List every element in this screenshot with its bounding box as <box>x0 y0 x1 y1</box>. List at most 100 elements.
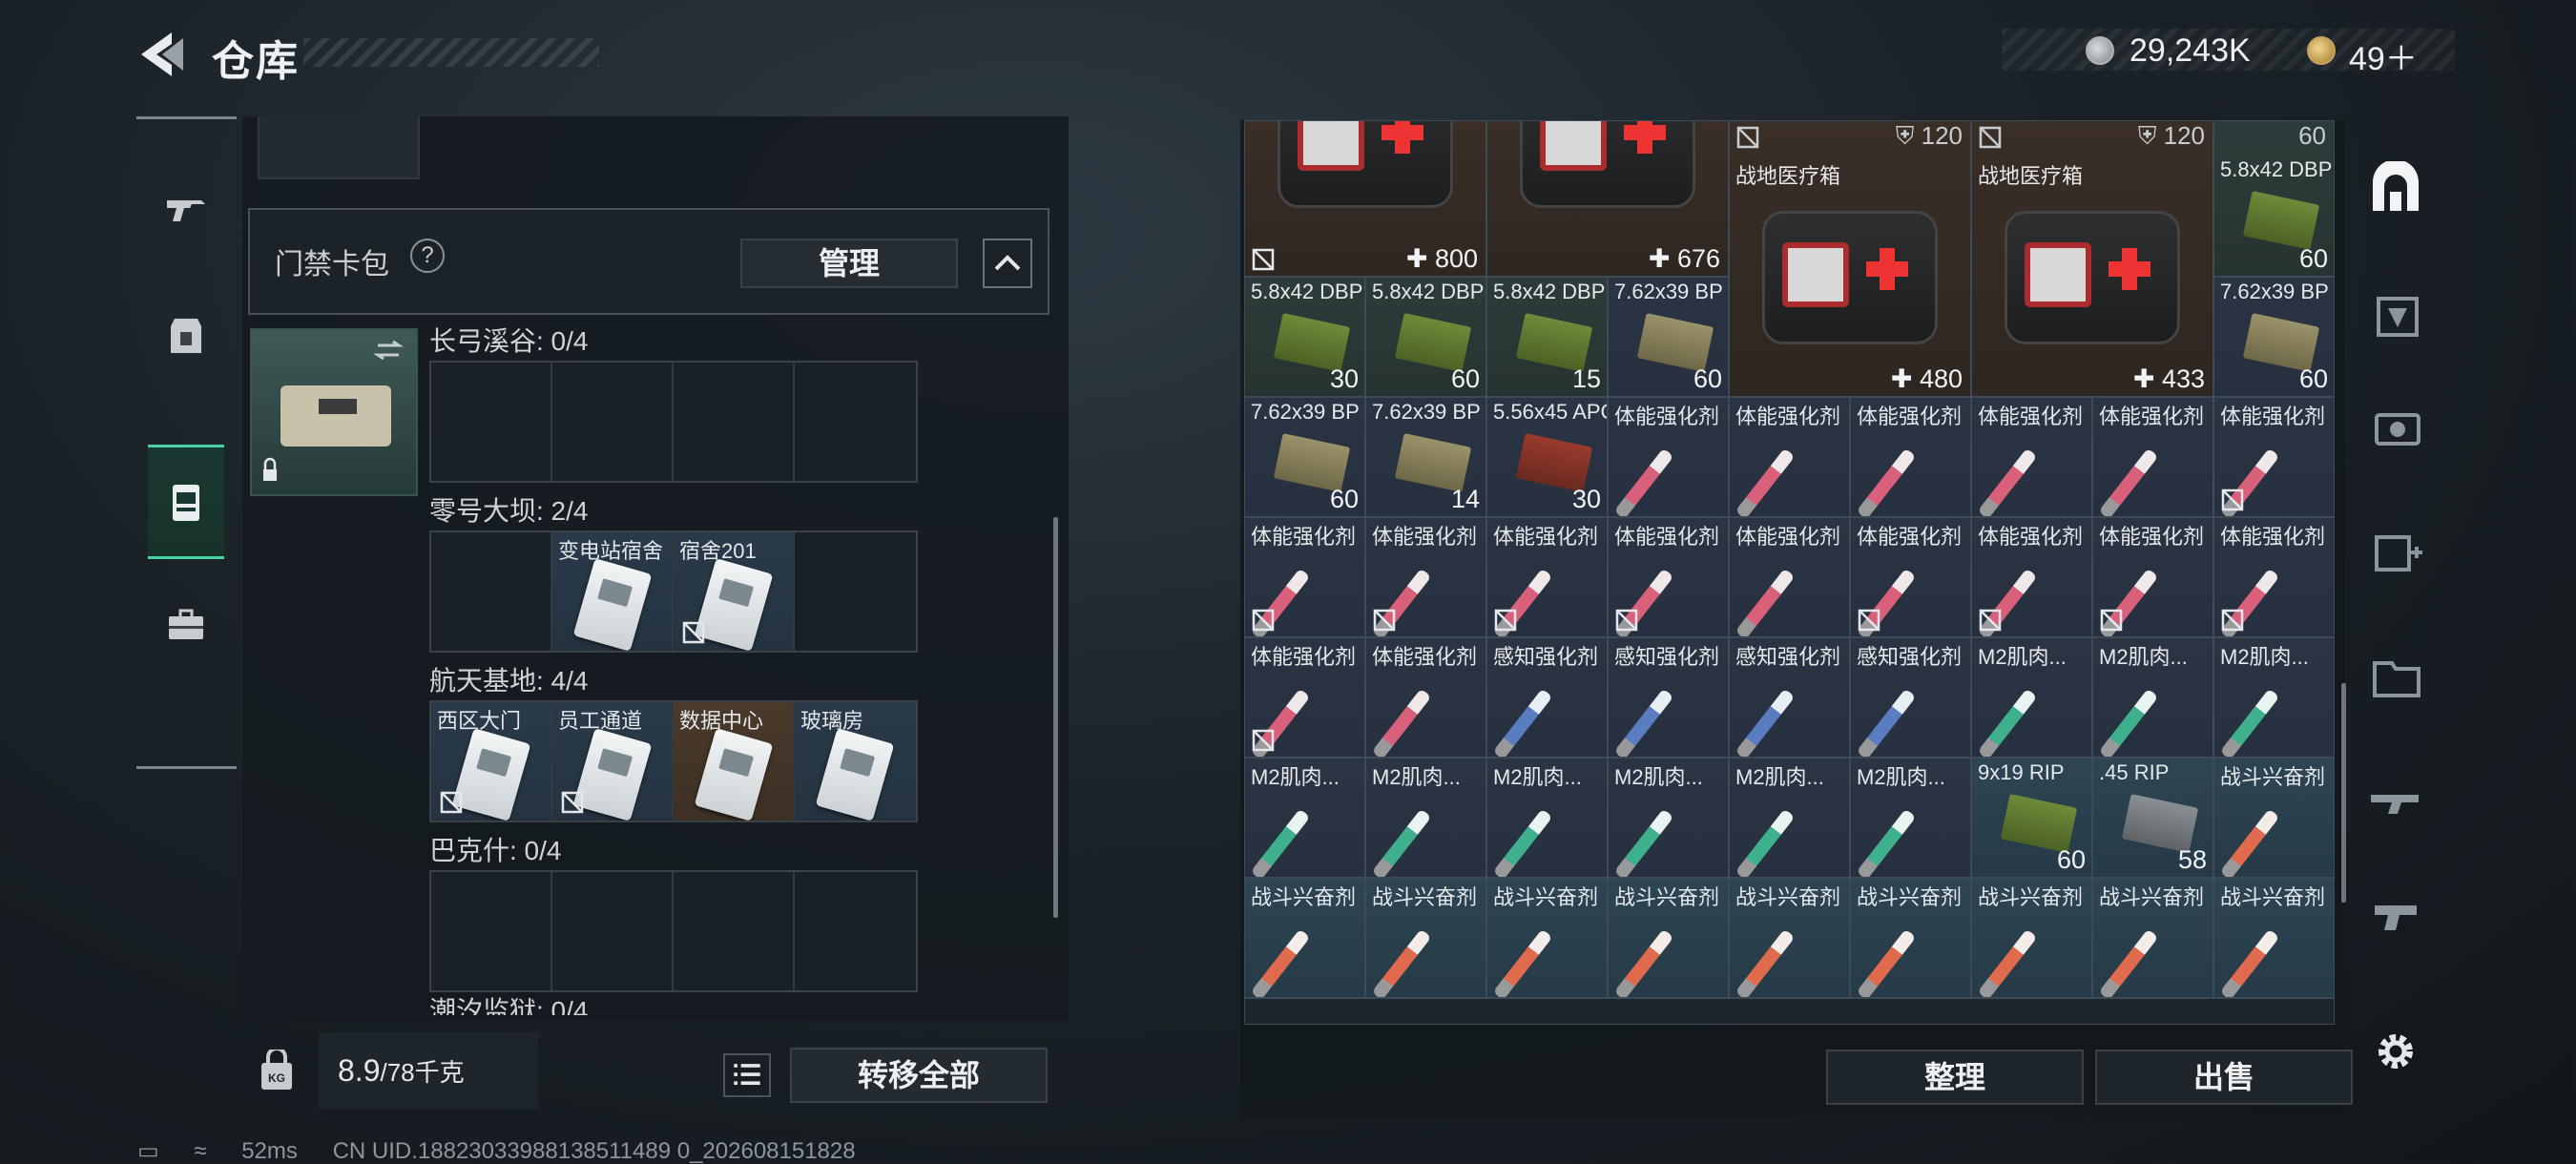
weight-readout: 8.9/78千克 <box>338 1053 465 1089</box>
currency-bar[interactable]: 29,243K 49＋ <box>2002 29 2455 77</box>
keycard-slot[interactable]: 玻璃房 <box>795 702 916 821</box>
inventory-item[interactable]: 战斗兴奋剂 <box>2213 878 2335 998</box>
inventory-item[interactable]: 体能强化剂 <box>2092 517 2213 637</box>
manage-button[interactable]: 管理 <box>740 239 958 288</box>
keycard-slot[interactable]: 变电站宿舍 <box>552 532 674 651</box>
inventory-item[interactable]: 战斗兴奋剂 <box>1486 878 1608 998</box>
inventory-item[interactable]: 战斗兴奋剂 <box>1850 878 1971 998</box>
inventory-item[interactable]: 5.56x45 APC 30 <box>1486 397 1608 517</box>
keycard-slot[interactable] <box>431 363 552 481</box>
filter-armor[interactable] <box>2362 282 2429 343</box>
inventory-item[interactable]: 5.8x42 DBP10 60 <box>1365 277 1486 397</box>
filter-weapons[interactable] <box>2362 769 2429 830</box>
settings-button[interactable] <box>2362 1021 2429 1082</box>
filter-all[interactable] <box>2362 158 2429 219</box>
inventory-item[interactable]: 体能强化剂 <box>1244 517 1365 637</box>
previous-container-slot[interactable] <box>258 116 420 179</box>
inventory-item[interactable]: 战斗兴奋剂 <box>1365 878 1486 998</box>
inventory-item[interactable]: ⛨ 120 战地医疗箱 ✚ 433 <box>1971 120 2213 397</box>
inventory-item[interactable]: 体能强化剂 <box>1729 517 1850 637</box>
filter-containers[interactable] <box>2362 645 2429 706</box>
filter-medical[interactable] <box>2362 521 2429 582</box>
inventory-item[interactable]: M2肌肉... <box>2092 637 2213 758</box>
inventory-item[interactable]: ✚ 800 <box>1244 120 1486 277</box>
inventory-item[interactable]: 战斗兴奋剂 <box>1244 878 1365 998</box>
keycard-slot[interactable]: 宿舍201 <box>674 532 795 651</box>
inventory-item[interactable]: 感知强化剂 <box>1729 637 1850 758</box>
inventory-item[interactable]: 体能强化剂 <box>1971 397 2092 517</box>
inventory-item[interactable]: 5.8x42 DBP10+P 30 <box>1244 277 1365 397</box>
ammo-box-image <box>1515 433 1593 492</box>
collapse-button[interactable] <box>983 239 1032 288</box>
tab-keycards[interactable] <box>148 445 224 559</box>
inventory-item[interactable]: 7.62x39 BP 60 <box>2213 277 2335 397</box>
inventory-item[interactable]: 7.62x39 BP 60 <box>1608 277 1729 397</box>
inventory-item[interactable]: M2肌肉... <box>1365 758 1486 878</box>
inventory-item[interactable]: 60 5.8x42 DBP10+P 60 <box>2213 120 2335 277</box>
inventory-item[interactable]: 体能强化剂 <box>1486 517 1608 637</box>
keycard-slot[interactable] <box>431 532 552 651</box>
inventory-item[interactable]: 5.8x42 DBP10 15 <box>1486 277 1608 397</box>
inventory-item[interactable]: 体能强化剂 <box>1850 517 1971 637</box>
inventory-item[interactable]: M2肌肉... <box>2213 637 2335 758</box>
inventory-item[interactable]: M2肌肉... <box>1971 637 2092 758</box>
list-view-button[interactable] <box>723 1053 771 1097</box>
keycard-slot[interactable] <box>431 872 552 990</box>
keycard-slot[interactable] <box>795 872 916 990</box>
inventory-item[interactable]: M2肌肉... <box>1486 758 1608 878</box>
inventory-item[interactable]: ⛨ 120 战地医疗箱 ✚ 480 <box>1729 120 1971 397</box>
inventory-item[interactable]: 体能强化剂 <box>1971 517 2092 637</box>
inventory-item[interactable]: 7.62x39 BP 60 <box>1244 397 1365 517</box>
inventory-item[interactable]: 9x19 RIP 60 <box>1971 758 2092 878</box>
inventory-item[interactable]: 7.62x39 BP 14 <box>1365 397 1486 517</box>
inventory-item[interactable]: 体能强化剂 <box>1244 637 1365 758</box>
filter-gear[interactable] <box>2362 397 2429 458</box>
keycard-slot[interactable] <box>795 532 916 651</box>
inventory-item[interactable]: 战斗兴奋剂 <box>2213 758 2335 878</box>
inventory-item[interactable]: 感知强化剂 <box>1608 637 1729 758</box>
inventory-item[interactable]: 战斗兴奋剂 <box>2092 878 2213 998</box>
keycard-slot[interactable] <box>552 872 674 990</box>
tab-weapons[interactable] <box>148 151 224 265</box>
inventory-item[interactable]: 战斗兴奋剂 <box>1729 878 1850 998</box>
inventory-item[interactable]: ✚ 676 <box>1486 120 1729 277</box>
help-icon[interactable]: ? <box>410 239 445 273</box>
inventory-item[interactable]: 体能强化剂 <box>1608 397 1729 517</box>
inventory-item[interactable]: 体能强化剂 <box>2092 397 2213 517</box>
inventory-item[interactable]: 体能强化剂 <box>1850 397 1971 517</box>
inventory-item[interactable]: M2肌肉... <box>1608 758 1729 878</box>
keycard-slot[interactable]: 数据中心 <box>674 702 795 821</box>
inventory-item[interactable]: 体能强化剂 <box>2213 397 2335 517</box>
inventory-item[interactable]: 体能强化剂 <box>1365 517 1486 637</box>
keycard-slot[interactable] <box>674 363 795 481</box>
inventory-item[interactable]: 战斗兴奋剂 <box>1971 878 2092 998</box>
sort-button[interactable]: 整理 <box>1826 1050 2084 1105</box>
transfer-all-button[interactable]: 转移全部 <box>790 1048 1048 1103</box>
inventory-item[interactable]: M2肌肉... <box>1244 758 1365 878</box>
inventory-item[interactable]: 体能强化剂 <box>2213 517 2335 637</box>
inventory-item[interactable]: 感知强化剂 <box>1486 637 1608 758</box>
inventory-item[interactable]: 感知强化剂 <box>1850 637 1971 758</box>
tab-supplies[interactable] <box>148 567 224 681</box>
inventory-item[interactable]: 战斗兴奋剂 <box>1608 878 1729 998</box>
tab-armor[interactable] <box>148 279 224 393</box>
inventory-item[interactable]: M2肌肉... <box>1850 758 1971 878</box>
item-name: 体能强化剂 <box>1614 525 1720 549</box>
keycard-slot[interactable]: 员工通道 <box>552 702 674 821</box>
keycard-bag-item[interactable] <box>250 328 418 496</box>
back-button[interactable] <box>134 29 187 80</box>
sell-button[interactable]: 出售 <box>2095 1050 2353 1105</box>
keycard-slot[interactable] <box>795 363 916 481</box>
keycard-slot[interactable] <box>552 363 674 481</box>
inventory-item[interactable]: 体能强化剂 <box>1729 397 1850 517</box>
inventory-item[interactable]: 体能强化剂 <box>1365 637 1486 758</box>
keycard-slot[interactable]: 西区大门 <box>431 702 552 821</box>
inventory-item[interactable]: 体能强化剂 <box>1608 517 1729 637</box>
filter-tools[interactable] <box>2362 883 2429 945</box>
keycard-slot[interactable] <box>674 872 795 990</box>
inventory-item[interactable]: M2肌肉... <box>1729 758 1850 878</box>
scrollbar[interactable] <box>1053 517 1058 918</box>
gun-icon <box>167 200 205 221</box>
scrollbar[interactable] <box>2341 683 2346 903</box>
inventory-item[interactable]: .45 RIP 58 <box>2092 758 2213 878</box>
